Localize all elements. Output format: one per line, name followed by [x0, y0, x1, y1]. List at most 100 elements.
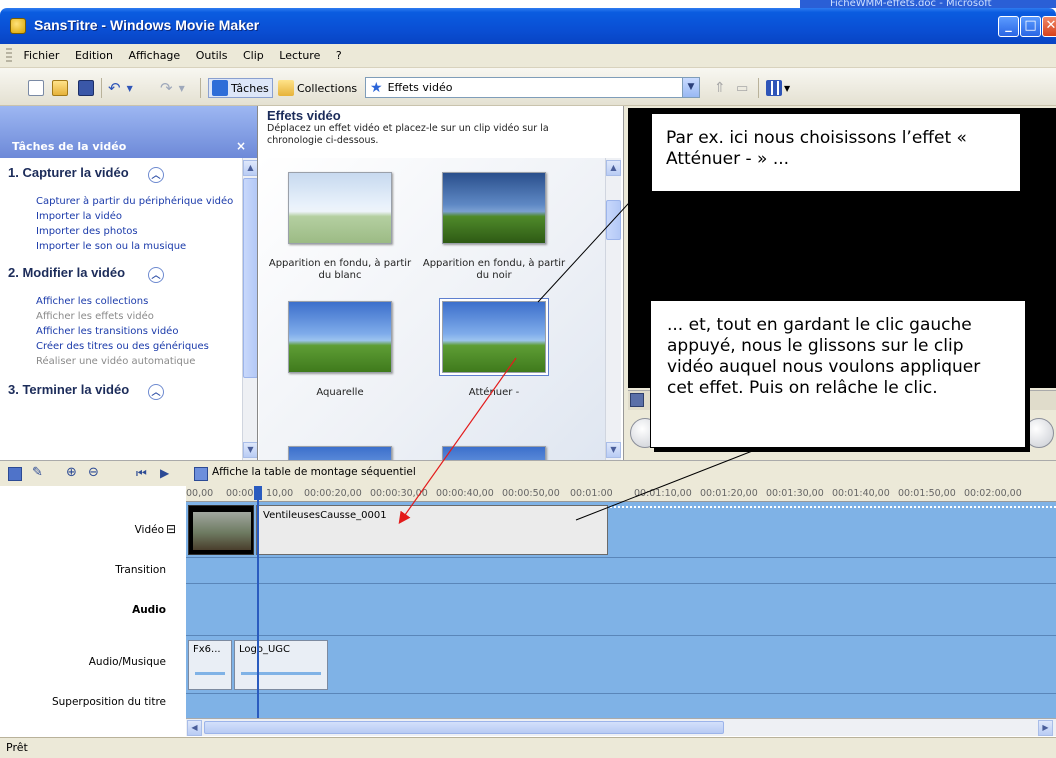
collapse-up-icon[interactable]: ︿ — [148, 267, 164, 283]
tasks-pane-header: Tâches de la vidéo × — [0, 106, 257, 158]
menu-outils[interactable]: Outils — [190, 44, 234, 68]
effect-attenuate[interactable]: Atténuer - — [419, 299, 569, 399]
ruler-tick: 00:01:10,00 — [634, 488, 692, 499]
minimize-button[interactable]: _ — [998, 16, 1019, 37]
video-effect-star-icon: ★ — [370, 79, 383, 96]
audio-clip[interactable]: Logo_UGC — [234, 640, 328, 690]
views-button[interactable]: ▼ — [766, 78, 790, 98]
close-tasks-pane-icon[interactable]: × — [236, 139, 246, 153]
ruler-tick: 00:01:00 — [570, 488, 613, 499]
timeline-ruler[interactable]: 00,00 00:00 10,00 00:00:20,00 00:00:30,0… — [186, 486, 1056, 502]
redo-dropdown-icon[interactable]: ▼ — [179, 84, 185, 93]
task-link-import-audio[interactable]: Importer le son ou la musique — [0, 239, 242, 254]
effect-fade-from-white[interactable]: Apparition en fondu, à partir du blanc — [265, 172, 415, 282]
effects-scrollbar[interactable]: ▲ ▼ — [605, 158, 621, 460]
new-collection-button[interactable]: ▭ — [736, 78, 748, 98]
save-button[interactable] — [78, 78, 94, 98]
task-link-create-titles[interactable]: Créer des titres ou des génériques — [0, 339, 242, 354]
chevron-down-icon[interactable]: ▼ — [682, 78, 699, 97]
task-link-capture-device[interactable]: Capturer à partir du périphérique vidéo — [0, 194, 242, 209]
audio-clip-name: Fx6... — [193, 644, 221, 655]
audio-track[interactable] — [186, 584, 1056, 636]
open-project-button[interactable] — [52, 78, 68, 98]
toolbar-separator — [200, 78, 201, 98]
video-clip[interactable]: VentileusesCausse_0001 — [256, 505, 608, 555]
task-link-import-photos[interactable]: Importer des photos — [0, 224, 242, 239]
menu-fichier[interactable]: Fichier — [18, 44, 66, 68]
zoom-out-icon[interactable]: ⊖ — [88, 466, 102, 481]
effects-title: Effets vidéo — [267, 108, 341, 123]
collection-up-button[interactable]: ⇑ — [714, 78, 726, 98]
redo-button[interactable]: ↷ ▼ — [160, 78, 185, 98]
menu-affichage[interactable]: Affichage — [123, 44, 187, 68]
video-clip-thumbnail[interactable] — [188, 505, 254, 555]
title-bar: SansTitre - Windows Movie Maker _ □ ✕ — [0, 8, 1056, 44]
scroll-down-icon[interactable]: ▼ — [606, 442, 621, 458]
rewind-icon[interactable]: ⏮ — [136, 467, 150, 481]
tasks-scrollbar[interactable]: ▲ ▼ — [242, 158, 257, 460]
effect-watercolor[interactable]: Aquarelle — [265, 301, 415, 399]
scroll-right-icon[interactable]: ▶ — [1038, 720, 1053, 736]
collections-folder-icon — [278, 80, 294, 96]
new-folder-icon: ▭ — [736, 80, 749, 96]
scroll-up-icon[interactable]: ▲ — [243, 160, 257, 176]
scroll-left-icon[interactable]: ◀ — [187, 720, 202, 736]
close-window-button[interactable]: ✕ — [1042, 16, 1056, 37]
effect-next-row[interactable] — [419, 446, 569, 460]
undo-button[interactable]: ↶ ▼ — [108, 78, 133, 98]
scroll-up-icon[interactable]: ▲ — [606, 160, 621, 176]
split-icon[interactable] — [630, 393, 644, 407]
timeline-playhead[interactable] — [254, 486, 262, 718]
video-clip-name: VentileusesCausse_0001 — [263, 510, 387, 521]
menu-help[interactable]: ? — [330, 44, 348, 68]
ruler-tick: 00:01:50,00 — [898, 488, 956, 499]
tasks-pane-body: 1. Capturer la vidéo ︿ Capturer à partir… — [0, 158, 242, 460]
effect-next-row[interactable] — [265, 446, 415, 460]
section-finish-title[interactable]: 3. Terminer la vidéo ︿ — [0, 383, 230, 400]
menu-edition[interactable]: Edition — [69, 44, 119, 68]
save-icon — [78, 80, 94, 96]
narrate-mic-icon[interactable]: ✎ — [32, 466, 46, 481]
effect-fade-from-black[interactable]: Apparition en fondu, à partir du noir — [419, 172, 569, 282]
zoom-in-icon[interactable]: ⊕ — [66, 466, 80, 481]
collection-select[interactable]: ★ Effets vidéo ▼ — [365, 77, 700, 98]
ruler-tick: 00:02:00,00 — [964, 488, 1022, 499]
section-edit-title[interactable]: 2. Modifier la vidéo ︿ — [0, 266, 230, 283]
timeline-view-icon[interactable] — [8, 467, 22, 481]
tasks-scroll-thumb[interactable] — [243, 178, 257, 378]
effects-collection-pane: Effets vidéo Déplacez un effet vidéo et … — [259, 106, 622, 460]
task-link-import-video[interactable]: Importer la vidéo — [0, 209, 242, 224]
menu-lecture[interactable]: Lecture — [273, 44, 326, 68]
storyboard-toggle-label[interactable]: Affiche la table de montage séquentiel — [212, 466, 416, 478]
views-dropdown-icon: ▼ — [784, 83, 791, 93]
effect-label: Atténuer - — [468, 387, 520, 398]
title-overlay-track[interactable] — [186, 694, 1056, 718]
track-label-transition: Transition — [115, 564, 166, 576]
effects-scroll-thumb[interactable] — [606, 200, 621, 240]
timeline-scroll-thumb[interactable] — [204, 721, 724, 734]
section-capture-title[interactable]: 1. Capturer la vidéo ︿ — [0, 166, 230, 183]
menu-clip[interactable]: Clip — [237, 44, 270, 68]
audio-clip[interactable]: Fx6... — [188, 640, 232, 690]
collapse-up-icon[interactable]: ︿ — [148, 167, 164, 183]
scroll-down-icon[interactable]: ▼ — [243, 442, 257, 458]
storyboard-icon[interactable] — [194, 467, 208, 481]
snapshot-button[interactable] — [1024, 418, 1054, 448]
transition-track[interactable] — [186, 558, 1056, 584]
task-link-show-transitions[interactable]: Afficher les transitions vidéo — [0, 324, 242, 339]
play-timeline-icon[interactable]: ▶ — [160, 467, 174, 481]
timeline-scrollbar[interactable]: ◀ ▶ — [186, 718, 1056, 736]
collapse-up-icon[interactable]: ︿ — [148, 384, 164, 400]
collapse-video-track-icon[interactable]: ⊟ — [166, 522, 176, 536]
menu-grip — [6, 48, 12, 64]
tasks-toggle-button[interactable]: Tâches — [208, 78, 273, 98]
new-project-button[interactable] — [28, 78, 44, 98]
collections-button[interactable]: Collections — [278, 78, 357, 98]
undo-dropdown-icon[interactable]: ▼ — [127, 84, 133, 93]
annotation-callout-drag-effect: ... et, tout en gardant le clic gauche a… — [650, 300, 1026, 448]
audio-waveform — [195, 665, 225, 681]
effects-grid: Apparition en fondu, à partir du blanc A… — [259, 158, 605, 460]
maximize-button[interactable]: □ — [1020, 16, 1041, 37]
task-link-show-collections[interactable]: Afficher les collections — [0, 294, 242, 309]
audio-clip-name: Logo_UGC — [239, 644, 291, 655]
